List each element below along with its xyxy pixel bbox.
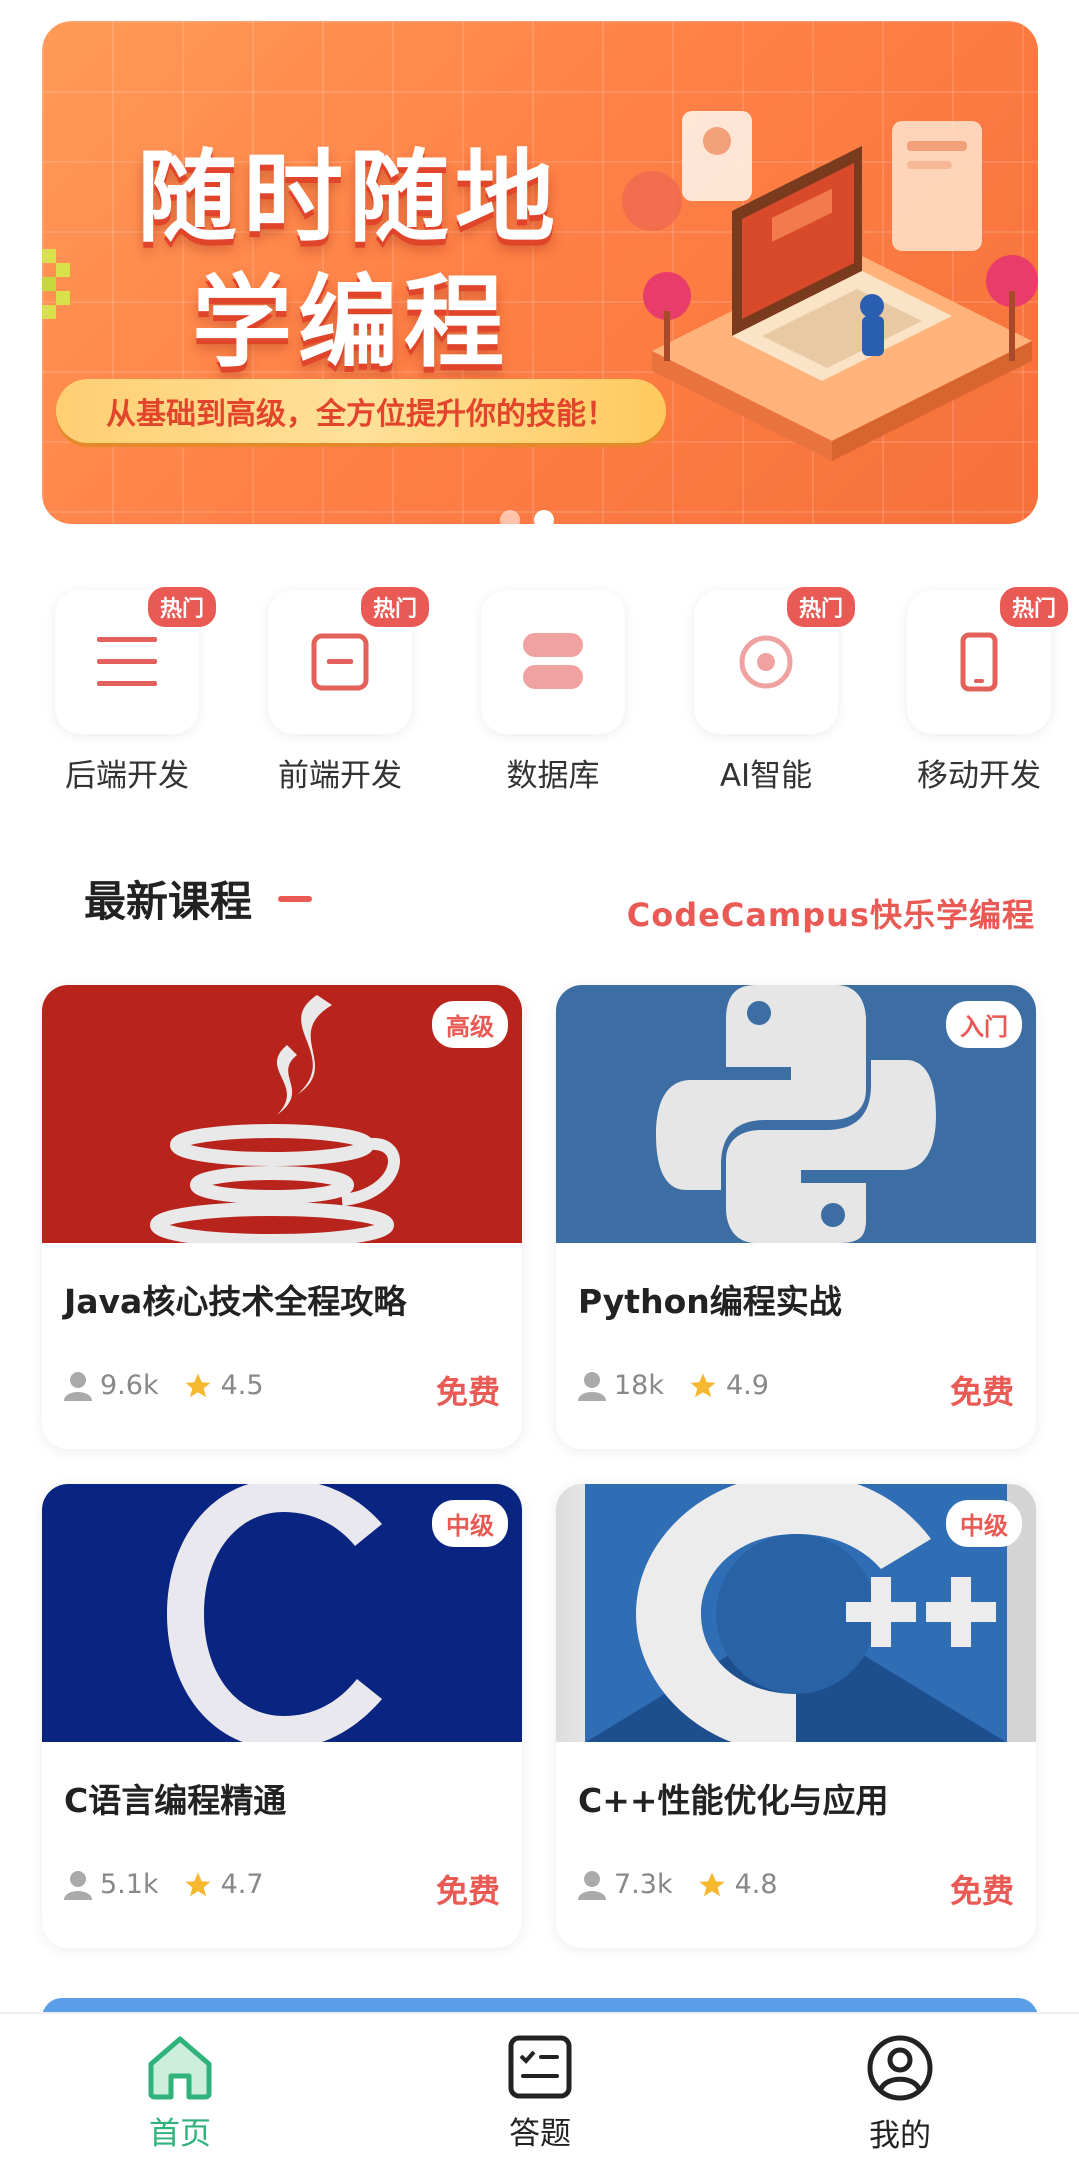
course-card-java[interactable]: 高级 Java核心技术全程攻略 9.6k 4.5 免费 (42, 985, 522, 1449)
course-thumbnail-cpp: 中级 (556, 1484, 1036, 1742)
course-price: 免费 (435, 1872, 500, 1910)
nav-quiz[interactable]: 答题 (440, 2034, 640, 2153)
student-count: 18k (614, 1370, 664, 1401)
category-database[interactable]: 数据库 (478, 590, 628, 795)
category-label: 前端开发 (278, 758, 402, 794)
course-meta: 18k 4.9 (578, 1370, 769, 1401)
course-title: Python编程实战 (578, 1282, 842, 1321)
category-label: 后端开发 (65, 758, 189, 794)
course-meta: 9.6k 4.5 (64, 1370, 264, 1401)
course-thumbnail-python: 入门 (556, 985, 1036, 1243)
category-icon-box[interactable]: 热门 (907, 584, 1071, 734)
rating: 4.5 (220, 1370, 264, 1401)
category-label: 移动开发 (917, 758, 1041, 794)
target-icon (739, 635, 793, 689)
star-icon (183, 1371, 213, 1401)
course-meta: 5.1k 4.7 (64, 1869, 264, 1900)
student-count: 7.3k (614, 1869, 673, 1900)
category-mobile[interactable]: 热门 移动开发 (904, 584, 1071, 795)
course-card-python[interactable]: 入门 Python编程实战 18k 4.9 免费 (556, 985, 1036, 1449)
course-title: Java核心技术全程攻略 (64, 1282, 407, 1321)
category-label: AI智能 (719, 758, 813, 794)
category-icon-box[interactable] (481, 590, 625, 734)
level-badge: 入门 (946, 1001, 1022, 1048)
hot-badge: 热门 (357, 584, 432, 630)
user-icon (578, 1371, 606, 1401)
banner-title-line1: 随时随地 (137, 139, 561, 256)
student-count: 9.6k (100, 1370, 159, 1401)
promo-banner[interactable]: 随时随地 学编程 从基础到高级，全方位提升你的技能！ (42, 21, 1038, 524)
home-icon (148, 2036, 212, 2100)
user-icon (64, 1371, 92, 1401)
category-icon-box[interactable]: 热门 (55, 584, 219, 734)
menu-lines-icon (97, 637, 157, 686)
bottom-nav: 首页 答题 我的 (0, 2012, 1079, 2166)
course-title: C语言编程精通 (64, 1781, 287, 1820)
hot-badge: 热门 (996, 584, 1071, 630)
course-price: 免费 (435, 1373, 500, 1411)
banner-title-line2: 学编程 (192, 264, 510, 381)
category-backend[interactable]: 热门 后端开发 (52, 584, 219, 795)
star-icon (183, 1870, 213, 1900)
category-icon-box[interactable]: 热门 (694, 584, 858, 734)
hot-badge: 热门 (144, 584, 219, 630)
user-icon (578, 1870, 606, 1900)
course-price: 免费 (949, 1872, 1014, 1910)
category-frontend[interactable]: 热门 前端开发 (265, 584, 432, 795)
student-count: 5.1k (100, 1869, 159, 1900)
level-badge: 中级 (432, 1500, 508, 1547)
course-card-c[interactable]: 中级 C语言编程精通 5.1k 4.7 免费 (42, 1484, 522, 1948)
pagination-dot-active[interactable] (534, 510, 554, 530)
checklist-icon (508, 2035, 572, 2099)
minus-square-icon (311, 633, 369, 691)
section-title: 最新课程 (84, 877, 253, 926)
banner-slogan: 从基础到高级，全方位提升你的技能！ (56, 379, 666, 443)
rating: 4.7 (220, 1869, 264, 1900)
level-badge: 中级 (946, 1500, 1022, 1547)
nav-home[interactable]: 首页 (80, 2034, 280, 2153)
user-circle-icon (867, 2035, 933, 2101)
course-price: 免费 (949, 1373, 1014, 1411)
phone-icon (960, 632, 998, 692)
laptop-illustration (622, 111, 1038, 461)
course-thumbnail-java: 高级 (42, 985, 522, 1243)
nav-profile[interactable]: 我的 (800, 2034, 1000, 2155)
nav-label: 答题 (509, 2116, 571, 2152)
banner-pagination (500, 510, 554, 530)
nav-label: 我的 (869, 2118, 931, 2154)
level-badge: 高级 (432, 1001, 508, 1048)
course-title: C++性能优化与应用 (578, 1781, 889, 1820)
course-meta: 7.3k 4.8 (578, 1869, 778, 1900)
nav-label: 首页 (149, 2116, 211, 2152)
user-icon (64, 1870, 92, 1900)
rating: 4.9 (726, 1370, 769, 1401)
category-icon-box[interactable]: 热门 (268, 584, 432, 734)
star-icon (697, 1870, 727, 1900)
course-card-cpp[interactable]: 中级 C++性能优化与应用 7.3k 4.8 免费 (556, 1484, 1036, 1948)
database-icon (523, 633, 583, 689)
category-label: 数据库 (506, 758, 600, 794)
category-ai[interactable]: 热门 AI智能 (691, 584, 858, 795)
rating: 4.8 (734, 1869, 778, 1900)
course-thumbnail-c: 中级 (42, 1484, 522, 1742)
section-title-accent (278, 896, 312, 902)
decorative-squares (42, 249, 70, 319)
star-icon (688, 1371, 718, 1401)
hot-badge: 热门 (783, 584, 858, 630)
section-subtitle: CodeCampus快乐学编程 (626, 896, 1035, 934)
pagination-dot[interactable] (500, 510, 520, 530)
